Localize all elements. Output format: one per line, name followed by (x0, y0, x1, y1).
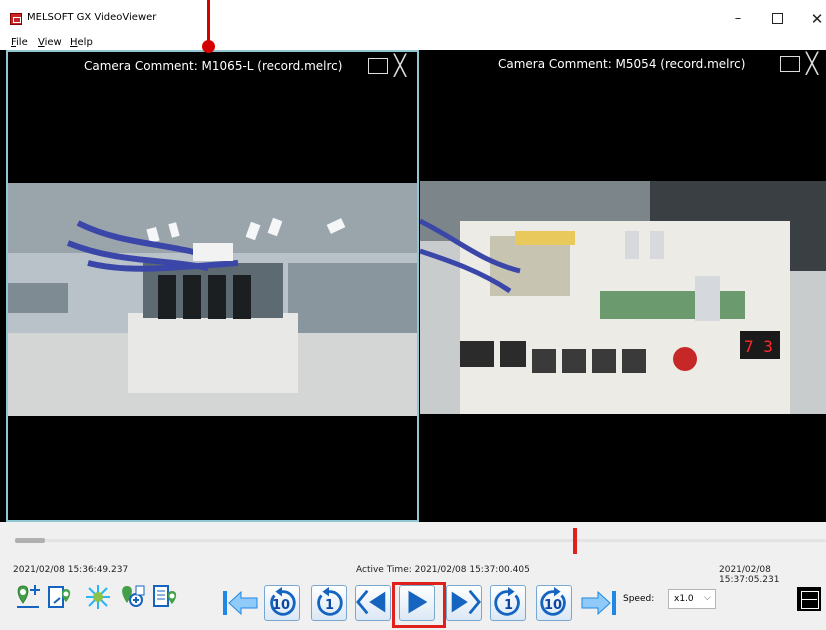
jump-to-end-icon[interactable] (580, 587, 618, 619)
timeline-track[interactable] (15, 539, 826, 542)
camera-comment-2: Camera Comment: M5054 (record.melrc) (498, 57, 746, 71)
timeline-playhead[interactable] (573, 528, 577, 554)
highlight-icon[interactable] (84, 583, 112, 611)
menu-help[interactable]: Help (70, 37, 93, 48)
close-button[interactable]: ✕ (797, 6, 826, 32)
back-10-label: 10 (272, 598, 291, 613)
layout-split-button[interactable] (797, 587, 821, 611)
close-panel-button[interactable]: ╳ (806, 53, 818, 73)
annotation-marker-dot (202, 40, 215, 53)
play-highlight-box (392, 582, 446, 628)
add-marker-icon[interactable] (13, 583, 41, 611)
back-10-button[interactable]: 10 (264, 585, 300, 621)
camera-video-2: 7 3 (420, 181, 826, 414)
app-icon (10, 13, 22, 25)
previous-frame-icon (356, 589, 386, 615)
marker-list-icon[interactable] (151, 583, 179, 611)
forward-1-label: 1 (504, 598, 514, 613)
next-frame-button[interactable] (446, 585, 482, 621)
camera-panel-1[interactable]: Camera Comment: M1065-L (record.melrc) ╳ (6, 50, 419, 522)
menu-bar: File View Help (0, 32, 826, 50)
window-title: MELSOFT GX VideoViewer (27, 12, 157, 23)
forward-10-button[interactable]: 10 (536, 585, 572, 621)
speed-label: Speed: (623, 594, 655, 604)
svg-text:7 3: 7 3 (744, 337, 773, 356)
menu-file[interactable]: File (11, 37, 28, 48)
timeline-buffer (15, 538, 45, 543)
annotation-marker-line (207, 0, 210, 44)
jump-to-start-icon[interactable] (221, 587, 259, 619)
forward-10-label: 10 (544, 598, 563, 613)
back-1-label: 1 (325, 598, 335, 613)
speed-value: x1.0 (674, 594, 694, 604)
camera-video-1 (8, 183, 417, 416)
next-frame-icon (451, 589, 481, 615)
maximize-panel-button[interactable] (780, 56, 800, 72)
menu-view[interactable]: View (38, 37, 62, 48)
camera-comment-1: Camera Comment: M1065-L (record.melrc) (84, 59, 343, 73)
title-bar: MELSOFT GX VideoViewer – ✕ (0, 0, 826, 32)
speed-select[interactable]: x1.0 ⌵ (668, 589, 716, 609)
search-marker-icon[interactable] (118, 583, 146, 611)
chevron-down-icon: ⌵ (704, 593, 711, 603)
camera-panel-2[interactable]: Camera Comment: M5054 (record.melrc) ╳ 7… (420, 50, 826, 522)
close-panel-button[interactable]: ╳ (394, 55, 406, 75)
minimize-button[interactable]: – (718, 6, 758, 32)
active-time: Active Time: 2021/02/08 15:37:00.405 (356, 565, 530, 575)
app-window: MELSOFT GX VideoViewer – ✕ File View Hel… (0, 0, 826, 630)
export-marker-icon[interactable] (46, 583, 74, 611)
maximize-panel-button[interactable] (368, 58, 388, 74)
playback-toolbar: 10 1 1 10 Speed: x1.0 ⌵ (0, 582, 826, 630)
start-time: 2021/02/08 15:36:49.237 (13, 565, 129, 575)
maximize-button[interactable] (757, 6, 797, 32)
back-1-button[interactable]: 1 (311, 585, 347, 621)
video-area: Camera Comment: M1065-L (record.melrc) ╳ (0, 50, 826, 522)
forward-1-button[interactable]: 1 (490, 585, 526, 621)
timeline[interactable] (0, 522, 826, 558)
previous-frame-button[interactable] (355, 585, 391, 621)
